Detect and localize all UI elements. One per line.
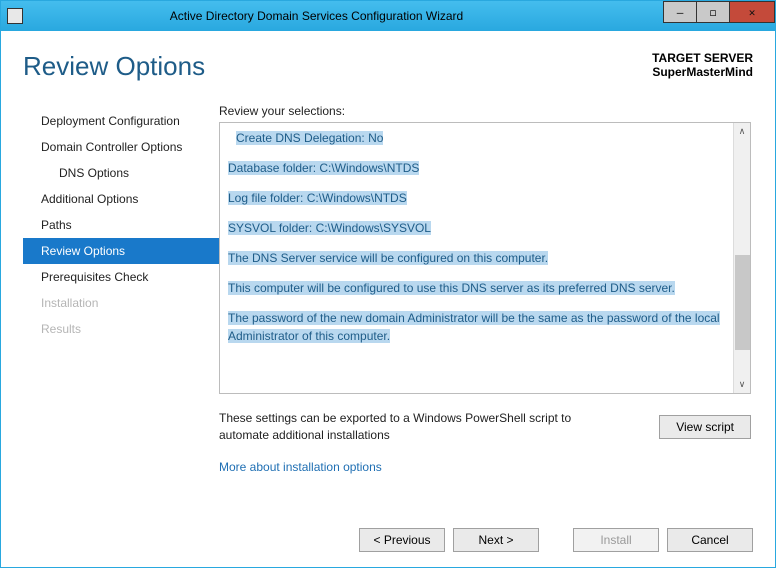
review-selections-text[interactable]: Create DNS Delegation: No Database folde…	[220, 123, 733, 393]
review-line: SYSVOL folder: C:\Windows\SYSVOL	[228, 221, 431, 235]
scroll-down-icon[interactable]: ∨	[734, 376, 750, 393]
review-line: This computer will be configured to use …	[228, 281, 675, 295]
sidebar-item-dns-options[interactable]: DNS Options	[23, 160, 219, 186]
maximize-button[interactable]: ◻	[696, 1, 730, 23]
more-about-link[interactable]: More about installation options	[219, 460, 751, 474]
sidebar-item-results: Results	[23, 316, 219, 342]
scroll-up-icon[interactable]: ∧	[734, 123, 750, 140]
review-line: Create DNS Delegation: No	[236, 131, 383, 145]
view-script-button[interactable]: View script	[659, 415, 751, 439]
body-area: Review Options TARGET SERVER SuperMaster…	[1, 31, 775, 513]
review-scrollbar[interactable]: ∧ ∨	[733, 123, 750, 393]
sidebar-item-domain-controller-options[interactable]: Domain Controller Options	[23, 134, 219, 160]
target-server-name: SuperMasterMind	[652, 65, 753, 79]
window-controls: — ◻ ✕	[664, 1, 775, 31]
window-title: Active Directory Domain Services Configu…	[29, 9, 664, 23]
review-line: Database folder: C:\Windows\NTDS	[228, 161, 419, 175]
review-selections-label: Review your selections:	[219, 104, 751, 118]
cancel-button[interactable]: Cancel	[667, 528, 753, 552]
previous-button[interactable]: < Previous	[359, 528, 445, 552]
export-text: These settings can be exported to a Wind…	[219, 410, 599, 444]
target-server-box: TARGET SERVER SuperMasterMind	[652, 51, 753, 79]
sidebar-item-paths[interactable]: Paths	[23, 212, 219, 238]
content-pane: Review your selections: Create DNS Deleg…	[219, 104, 753, 513]
review-line: The password of the new domain Administr…	[228, 311, 720, 343]
next-button[interactable]: Next >	[453, 528, 539, 552]
target-server-label: TARGET SERVER	[652, 51, 753, 65]
header-row: Review Options TARGET SERVER SuperMaster…	[23, 51, 753, 82]
minimize-button[interactable]: —	[663, 1, 697, 23]
close-button[interactable]: ✕	[729, 1, 775, 23]
sidebar-item-additional-options[interactable]: Additional Options	[23, 186, 219, 212]
main-area: Deployment Configuration Domain Controll…	[23, 104, 753, 513]
sidebar-item-deployment-configuration[interactable]: Deployment Configuration	[23, 108, 219, 134]
app-icon	[7, 8, 23, 24]
export-row: These settings can be exported to a Wind…	[219, 410, 751, 444]
titlebar: Active Directory Domain Services Configu…	[1, 1, 775, 31]
review-selections-box[interactable]: Create DNS Delegation: No Database folde…	[219, 122, 751, 394]
page-title: Review Options	[23, 51, 205, 82]
sidebar: Deployment Configuration Domain Controll…	[23, 104, 219, 513]
install-button: Install	[573, 528, 659, 552]
sidebar-item-installation: Installation	[23, 290, 219, 316]
review-line: The DNS Server service will be configure…	[228, 251, 548, 265]
footer: < Previous Next > Install Cancel	[1, 513, 775, 567]
sidebar-item-prerequisites-check[interactable]: Prerequisites Check	[23, 264, 219, 290]
sidebar-item-review-options[interactable]: Review Options	[23, 238, 219, 264]
wizard-window: Active Directory Domain Services Configu…	[0, 0, 776, 568]
review-line: Log file folder: C:\Windows\NTDS	[228, 191, 407, 205]
scroll-thumb[interactable]	[735, 255, 750, 350]
